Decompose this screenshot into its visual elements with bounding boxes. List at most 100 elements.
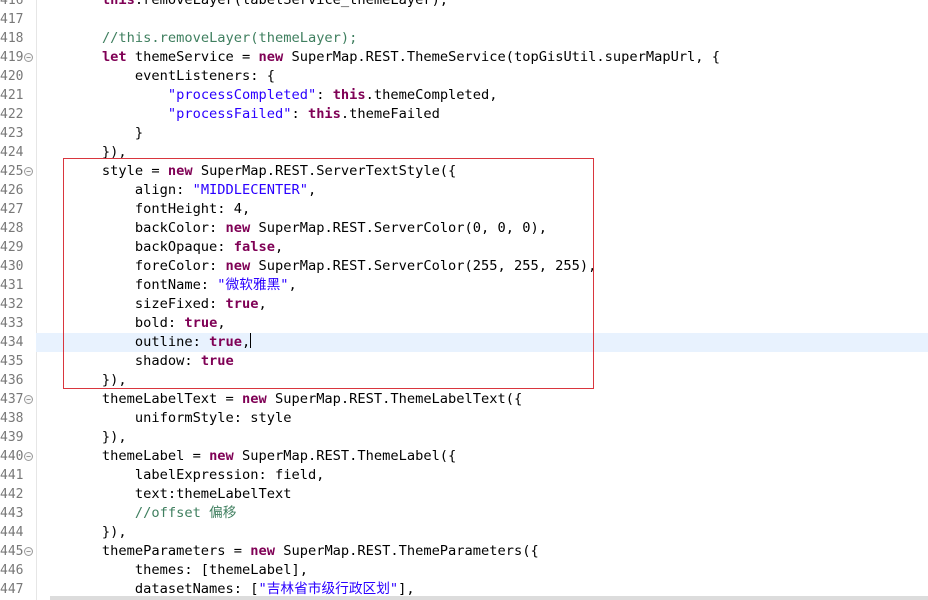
line-number: 431 [0, 278, 24, 293]
code-line[interactable]: 441 labelExpression: field, [0, 466, 928, 485]
code-token: SuperMap.REST.ServerColor(255, 255, 255)… [250, 258, 597, 274]
code-line[interactable]: 431 fontName: "微软雅黑", [0, 276, 928, 295]
code-line[interactable]: 418 //this.removeLayer(themeLayer); [0, 29, 928, 48]
code-line[interactable]: 432 sizeFixed: true, [0, 295, 928, 314]
code-line[interactable]: 427 fontHeight: 4, [0, 200, 928, 219]
current-code-line[interactable]: 434 outline: true, [0, 333, 928, 352]
code-line[interactable]: 438 uniformStyle: style [0, 409, 928, 428]
code-line[interactable]: 422 "processFailed": this.themeFailed [0, 105, 928, 124]
line-code: themes: [themeLabel], [36, 561, 308, 580]
code-token: , [307, 182, 317, 198]
code-token: themeService = [126, 49, 259, 65]
line-code: fontName: "微软雅黑", [36, 276, 297, 295]
keyword-token: true [184, 315, 218, 331]
code-token: themeParameters = [36, 543, 251, 559]
keyword-token: new [225, 220, 251, 236]
code-line[interactable]: 442 text:themeLabelText [0, 485, 928, 504]
code-line[interactable]: 424 }), [0, 143, 928, 162]
code-token: , [258, 296, 267, 312]
code-line[interactable]: 421 "processCompleted": this.themeComple… [0, 86, 928, 105]
fold-toggle-icon[interactable]: − [24, 395, 33, 404]
code-line[interactable]: 436 }), [0, 371, 928, 390]
code-token: fontName: [36, 277, 218, 293]
fold-toggle-icon[interactable]: − [24, 547, 33, 556]
line-code: labelExpression: field, [36, 466, 325, 485]
code-token: } [36, 125, 144, 141]
keyword-token: this [332, 87, 366, 103]
code-token: eventListeners: { [36, 68, 275, 84]
line-code: themeLabelText = new SuperMap.REST.Theme… [36, 390, 522, 409]
string-token: "processCompleted" [167, 87, 317, 103]
code-token: backColor: [36, 220, 226, 236]
code-line[interactable]: 428 backColor: new SuperMap.REST.ServerC… [0, 219, 928, 238]
line-number: 443 [0, 506, 24, 521]
line-code: fontHeight: 4, [36, 200, 250, 219]
code-line[interactable]: 419− let themeService = new SuperMap.RES… [0, 48, 928, 67]
code-line[interactable]: 420 eventListeners: { [0, 67, 928, 86]
text-cursor [250, 333, 252, 348]
code-token: SuperMap.REST.ServerColor(0, 0, 0), [250, 220, 547, 236]
code-line[interactable]: 445− themeParameters = new SuperMap.REST… [0, 542, 928, 561]
keyword-token: new [209, 448, 234, 464]
keyword-token: new [225, 258, 251, 274]
code-token: text:themeLabelText [36, 486, 292, 502]
fold-toggle-icon[interactable]: − [24, 452, 33, 461]
comment-token: //this.removeLayer(themeLayer); [101, 30, 358, 46]
code-line[interactable]: 416 this.removeLayer(labelService_themeL… [0, 0, 928, 10]
line-number: 428 [0, 221, 24, 236]
code-line[interactable]: 440− themeLabel = new SuperMap.REST.Them… [0, 447, 928, 466]
code-line[interactable]: 439 }), [0, 428, 928, 447]
keyword-token: this [307, 106, 341, 122]
line-code: this.removeLayer(labelService_themeLayer… [36, 0, 448, 10]
code-token: align: [36, 182, 193, 198]
code-line[interactable]: 430 foreColor: new SuperMap.REST.ServerC… [0, 257, 928, 276]
code-token: .themeCompleted, [365, 87, 498, 103]
line-code: backColor: new SuperMap.REST.ServerColor… [36, 219, 547, 238]
code-token: backOpaque: [36, 239, 234, 255]
code-line[interactable]: 444 }), [0, 523, 928, 542]
code-token: , [242, 334, 251, 350]
line-number: 441 [0, 468, 24, 483]
line-code: eventListeners: { [36, 67, 275, 86]
code-editor[interactable]: 416 this.removeLayer(labelService_themeL… [0, 0, 928, 600]
code-line[interactable]: 446 themes: [themeLabel], [0, 561, 928, 580]
code-line[interactable]: 435 shadow: true [0, 352, 928, 371]
line-code: text:themeLabelText [36, 485, 292, 504]
code-token: bold: [36, 315, 185, 331]
code-line[interactable]: 417 [0, 10, 928, 29]
code-token: , [217, 315, 226, 331]
code-line[interactable]: 429 backOpaque: false, [0, 238, 928, 257]
code-line[interactable]: 423 } [0, 124, 928, 143]
keyword-token: this [101, 0, 135, 8]
line-number: 432 [0, 297, 24, 312]
line-code: shadow: true [36, 352, 234, 371]
fold-toggle-icon[interactable]: − [24, 167, 33, 176]
line-number: 433 [0, 316, 24, 331]
code-line[interactable]: 433 bold: true, [0, 314, 928, 333]
code-token: , [288, 277, 297, 293]
fold-toggle-icon[interactable]: − [24, 53, 33, 62]
line-number: 416 [0, 0, 24, 8]
code-token: shadow: [36, 353, 201, 369]
code-line[interactable]: 443 //offset 偏移 [0, 504, 928, 523]
code-token: , [274, 239, 284, 255]
code-line[interactable]: 437− themeLabelText = new SuperMap.REST.… [0, 390, 928, 409]
code-line[interactable]: 425− style = new SuperMap.REST.ServerTex… [0, 162, 928, 181]
line-code: outline: true, [36, 333, 252, 352]
line-number: 446 [0, 563, 24, 578]
code-token: SuperMap.REST.ServerTextStyle({ [192, 163, 457, 179]
line-code: themeLabel = new SuperMap.REST.ThemeLabe… [36, 447, 456, 466]
line-number: 439 [0, 430, 24, 445]
code-token: style = [36, 163, 168, 179]
string-token: "MIDDLECENTER" [192, 182, 308, 198]
code-token: }), [36, 144, 127, 160]
code-token: SuperMap.REST.ThemeService(topGisUtil.su… [283, 49, 721, 65]
line-number: 430 [0, 259, 24, 274]
horizontal-scrollbar[interactable] [50, 596, 928, 600]
code-line[interactable]: 426 align: "MIDDLECENTER", [0, 181, 928, 200]
code-token: fontHeight: 4, [36, 201, 251, 217]
